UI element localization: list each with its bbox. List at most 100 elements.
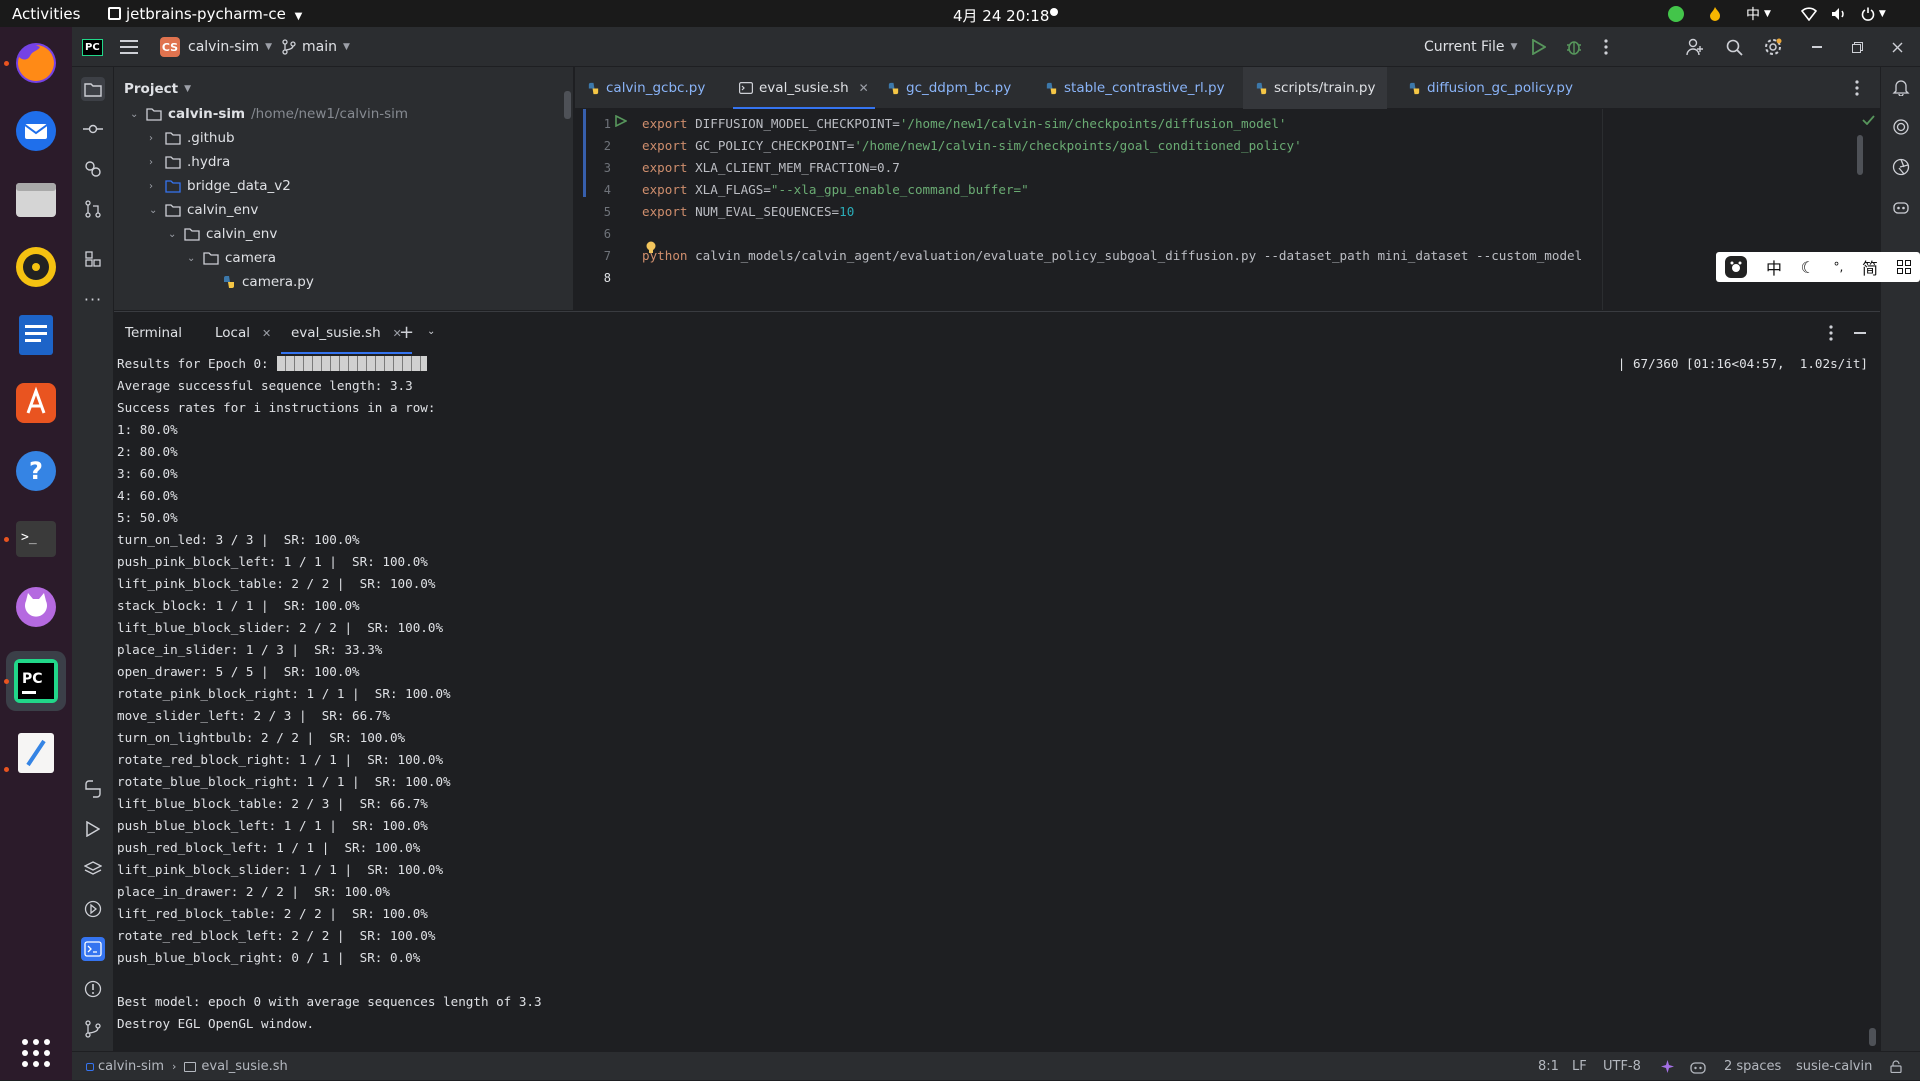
chevron-down-icon[interactable]: ⌄ [149,205,165,216]
terminal-tool-button[interactable] [81,937,105,961]
tree-item[interactable]: › bridge_data_v2 [149,174,291,198]
chevron-down-icon[interactable]: ⌄ [130,109,146,120]
code-line[interactable]: export GC_POLICY_CHECKPOINT='/home/new1/… [642,135,1302,157]
breadcrumb[interactable]: calvin-sim › eval_susie.sh [86,1052,288,1081]
baidu-ime-logo-icon[interactable] [1725,256,1748,278]
problems-tool-button[interactable] [81,977,105,1001]
chevron-down-icon[interactable]: ⌄ [427,326,435,337]
network-icon[interactable] [1800,6,1817,21]
moon-icon[interactable]: ☾ [1801,258,1815,277]
project-tool-button[interactable] [81,77,105,101]
terminal-app-icon[interactable]: >_ [12,515,60,563]
lightbulb-icon[interactable] [645,241,657,255]
no-problems-check-icon[interactable] [1862,115,1875,125]
chevron-down-icon[interactable]: ⌄ [187,253,203,264]
ai-status-icon[interactable] [1660,1052,1675,1081]
run-tool-button[interactable] [81,817,105,841]
writer-icon[interactable] [12,311,60,359]
code-line[interactable]: python calvin_models/calvin_agent/evalua… [642,245,1582,267]
structure-tool-button[interactable] [81,247,105,271]
layers-tool-button[interactable] [81,857,105,881]
chevron-down-icon[interactable]: ⌄ [168,229,184,240]
tree-item[interactable]: ⌄ calvin_env [149,198,258,222]
editor-tab[interactable]: stable_contrastive_rl.py [1045,67,1225,109]
activities-button[interactable]: Activities [12,5,80,23]
python-interpreter[interactable]: susie-calvin [1796,1052,1872,1081]
vcs-change-marker[interactable] [583,109,586,197]
volume-icon[interactable] [1831,7,1847,21]
code-line[interactable]: export NUM_EVAL_SEQUENCES=10 [642,201,854,223]
pycharm-dock-icon[interactable]: PC [6,651,66,711]
firefox-icon[interactable] [12,39,60,87]
hide-terminal-button[interactable] [1854,332,1866,334]
tree-item[interactable]: ⌄ camera [187,246,276,270]
code-with-me-button[interactable] [1686,27,1704,67]
project-scrollbar[interactable] [564,91,571,119]
ai-assistant-button[interactable] [1889,115,1913,139]
file-encoding[interactable]: UTF-8 [1603,1052,1641,1081]
editor-tab[interactable]: scripts/train.py [1243,67,1388,109]
indent-setting[interactable]: 2 spaces [1724,1052,1781,1081]
tree-item[interactable]: ⌄ calvin-sim/home/new1/calvin-sim [130,102,408,126]
settings-button[interactable] [1764,27,1782,67]
tree-item[interactable]: › .github [149,126,235,150]
project-panel-title[interactable]: Project ▼ [124,77,191,101]
python-console-button[interactable] [81,777,105,801]
lock-icon[interactable] [1890,1052,1902,1081]
code-line[interactable]: export XLA_CLIENT_MEM_FRACTION=0.7 [642,157,900,179]
notifications-button[interactable] [1889,75,1913,99]
debug-button[interactable] [1566,27,1582,67]
wechat-tray-icon[interactable] [1668,5,1684,22]
terminal-tab[interactable]: Local ✕ [205,312,281,354]
run-config-selector[interactable]: Current File ▼ [1424,27,1517,67]
close-tab-icon[interactable]: ✕ [262,327,271,340]
restore-button[interactable] [1852,27,1863,67]
terminal-options-button[interactable] [1829,325,1833,341]
editor-tab[interactable]: gc_ddpm_bc.py [887,67,1011,109]
clock[interactable]: 4月 24 20:18 [953,5,1049,26]
tree-item[interactable]: › .hydra [149,150,230,174]
commit-tool-button[interactable] [81,117,105,141]
code-line[interactable]: export XLA_FLAGS="--xla_gpu_enable_comma… [642,179,1029,201]
ime-charset-toggle[interactable]: 简 [1862,255,1878,279]
run-gutter-icon[interactable] [615,115,627,127]
pull-requests-button[interactable] [81,197,105,221]
main-menu-button[interactable] [120,27,138,67]
copilot-button[interactable] [1889,195,1913,219]
ime-mode-toggle[interactable]: 中 [1766,255,1782,279]
show-apps-icon[interactable] [12,1029,60,1077]
terminal-scrollbar[interactable] [1869,1028,1876,1046]
run-button[interactable] [1532,27,1546,67]
line-separator[interactable]: LF [1572,1052,1587,1081]
plugin-tool-button[interactable] [1889,155,1913,179]
terminal-tab[interactable]: eval_susie.sh ✕ [281,312,412,354]
files-icon[interactable] [12,175,60,223]
grid-menu-icon[interactable] [1896,260,1911,274]
chevron-right-icon[interactable]: › [149,157,165,168]
cat-app-icon[interactable] [12,583,60,631]
editor-tab[interactable]: eval_susie.sh ✕ [733,67,875,109]
editor-scrollbar[interactable] [1857,135,1863,175]
rhythmbox-icon[interactable] [12,243,60,291]
power-icon[interactable] [1861,7,1875,21]
more-actions-button[interactable] [1604,27,1608,67]
python-packages-button[interactable] [81,157,105,181]
flame-tray-icon[interactable] [1708,6,1722,22]
ime-punctuation-toggle[interactable]: °, [1834,260,1844,274]
code-line[interactable]: export DIFFUSION_MODEL_CHECKPOINT='/home… [642,113,1287,135]
system-tray[interactable]: 中 ▼ ▼ [1668,0,1886,27]
project-selector[interactable]: CS calvin-sim ▼ [160,27,272,67]
caret-position[interactable]: 8:1 [1538,1052,1559,1081]
tree-item[interactable]: camera.py [206,270,314,294]
tab-list-menu[interactable] [1855,80,1859,96]
text-editor-icon[interactable] [12,729,60,777]
minimize-button[interactable] [1812,27,1822,67]
tree-item[interactable]: ⌄ calvin_env [168,222,277,246]
close-tab-icon[interactable]: ✕ [859,81,869,95]
more-tools-button[interactable]: ··· [81,287,105,311]
chevron-right-icon[interactable]: › [149,181,165,192]
editor-tab[interactable]: calvin_gcbc.py [587,67,705,109]
breadcrumb-file[interactable]: eval_susie.sh [201,1059,287,1074]
search-everywhere-button[interactable] [1726,27,1743,67]
branch-selector[interactable]: main ▼ [282,27,350,67]
